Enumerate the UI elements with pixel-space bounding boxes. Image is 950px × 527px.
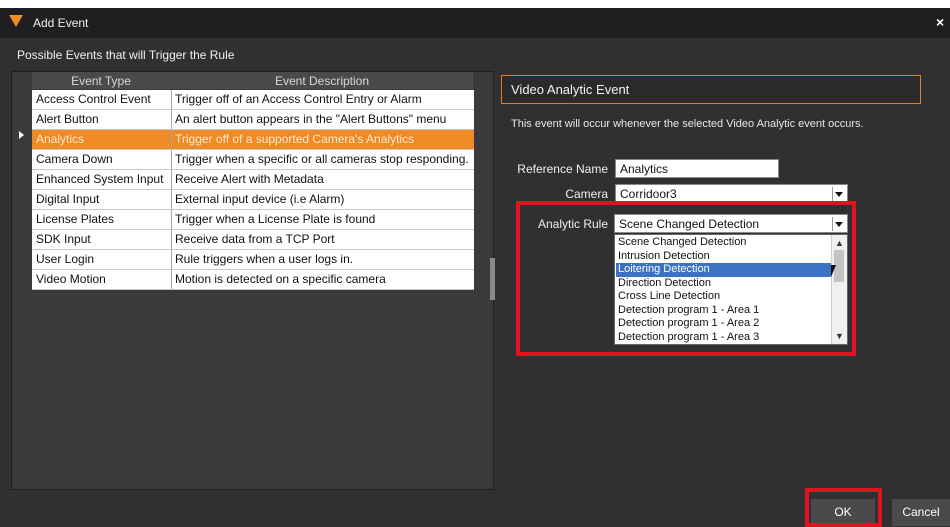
table-header: Event Type Event Description xyxy=(32,72,473,89)
event-type-cell: Alert Button xyxy=(36,112,99,126)
event-type-cell: License Plates xyxy=(36,212,115,226)
event-type-cell: Video Motion xyxy=(36,272,106,286)
column-divider xyxy=(171,170,172,189)
event-description-cell: Motion is detected on a specific camera xyxy=(175,272,386,286)
event-type-cell: Camera Down xyxy=(36,152,113,166)
event-description-cell: External input device (i.e Alarm) xyxy=(175,192,345,206)
section-label: Possible Events that will Trigger the Ru… xyxy=(17,48,235,62)
column-divider xyxy=(171,250,172,269)
event-description-cell: Trigger off of an Access Control Entry o… xyxy=(175,92,422,106)
column-header-event-type[interactable]: Event Type xyxy=(32,74,170,88)
panel-title: Video Analytic Event xyxy=(511,82,630,97)
column-divider xyxy=(171,230,172,249)
event-description-cell: Trigger when a License Plate is found xyxy=(175,212,376,226)
table-row[interactable]: User Login Rule triggers when a user logs… xyxy=(32,250,474,270)
event-type-cell: Access Control Event xyxy=(36,92,151,106)
event-description-cell: Receive data from a TCP Port xyxy=(175,232,335,246)
chevron-down-icon[interactable] xyxy=(832,187,845,201)
app-logo-icon xyxy=(9,15,23,27)
reference-name-label: Reference Name xyxy=(517,162,608,176)
table-row[interactable]: SDK Input Receive data from a TCP Port xyxy=(32,230,474,250)
table-row[interactable]: Alert Button An alert button appears in t… xyxy=(32,110,474,130)
event-description-cell: Trigger when a specific or all cameras s… xyxy=(175,152,469,166)
event-type-cell: User Login xyxy=(36,252,95,266)
highlight-box-analytic-rule xyxy=(516,201,856,356)
highlight-box-ok xyxy=(805,488,882,527)
panel-description: This event will occur whenever the selec… xyxy=(511,118,864,130)
column-divider xyxy=(171,190,172,209)
event-type-cell: Digital Input xyxy=(36,192,100,206)
video-analytic-header: Video Analytic Event xyxy=(501,75,921,104)
event-type-cell: SDK Input xyxy=(36,232,91,246)
column-divider xyxy=(171,90,172,109)
table-rows: Access Control Event Trigger off of an Ac… xyxy=(32,90,474,290)
event-description-cell: Trigger off of a supported Camera's Anal… xyxy=(175,132,415,146)
table-row[interactable]: Digital Input External input device (i.e … xyxy=(32,190,474,210)
table-row[interactable]: Camera Down Trigger when a specific or al… xyxy=(32,150,474,170)
table-row[interactable]: Analytics Trigger off of a supported Came… xyxy=(32,130,474,150)
column-divider xyxy=(171,150,172,169)
column-divider xyxy=(171,130,172,149)
event-description-cell: Receive Alert with Metadata xyxy=(175,172,324,186)
selected-row-indicator-icon xyxy=(19,131,24,139)
table-row[interactable]: Enhanced System Input Receive Alert with … xyxy=(32,170,474,190)
event-type-cell: Analytics xyxy=(36,132,85,146)
window-title: Add Event xyxy=(33,16,89,30)
camera-label: Camera xyxy=(565,187,608,201)
close-icon[interactable]: × xyxy=(936,14,944,30)
column-divider xyxy=(171,210,172,229)
column-header-event-description[interactable]: Event Description xyxy=(171,74,473,88)
add-event-dialog: Possible Events that will Trigger the Ru… xyxy=(0,38,950,527)
event-description-cell: An alert button appears in the "Alert Bu… xyxy=(175,112,447,126)
top-strip xyxy=(0,0,950,8)
table-row[interactable]: License Plates Trigger when a License Pla… xyxy=(32,210,474,230)
reference-name-value: Analytics xyxy=(620,162,669,176)
column-divider xyxy=(171,270,172,289)
camera-value: Corridoor3 xyxy=(620,187,677,201)
event-table: Event Type Event Description Access Cont… xyxy=(11,71,494,490)
cancel-button[interactable]: Cancel xyxy=(892,499,950,526)
title-bar xyxy=(0,8,950,38)
event-description-cell: Rule triggers when a user logs in. xyxy=(175,252,354,266)
splitter-handle[interactable] xyxy=(490,258,495,300)
reference-name-input[interactable]: Analytics xyxy=(615,159,779,178)
table-row[interactable]: Video Motion Motion is detected on a spec… xyxy=(32,270,474,290)
column-divider xyxy=(171,110,172,129)
event-type-cell: Enhanced System Input xyxy=(36,172,164,186)
table-row[interactable]: Access Control Event Trigger off of an Ac… xyxy=(32,90,474,110)
